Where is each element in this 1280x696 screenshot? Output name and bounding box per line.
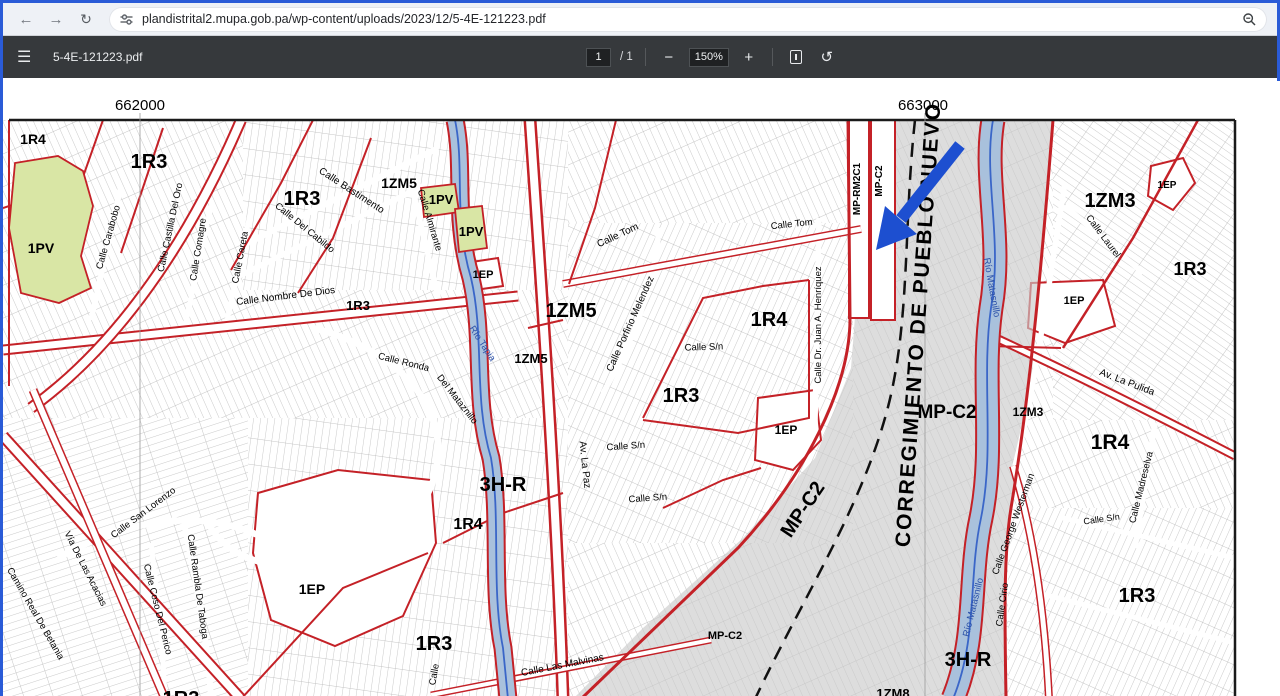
map-label: 1R4 [1091, 431, 1130, 454]
map-label: 1EP [473, 269, 494, 281]
map-label: 1R3 [1119, 585, 1156, 607]
map-label: 1R3 [663, 385, 700, 407]
map-label: 1EP [1158, 180, 1177, 191]
hamburger-icon: ☰ [17, 49, 31, 66]
page-total-label: / 1 [620, 51, 633, 63]
map-label: 1R3 [416, 633, 453, 655]
map-label: 1R4 [751, 309, 789, 331]
url-text: plandistrital2.mupa.gob.pa/wp-content/up… [142, 12, 546, 26]
reload-icon: ↻ [80, 11, 92, 28]
map-label: 1EP [775, 423, 798, 437]
zoning-map: 6620006630001R41R31R31PV1ZM51PV1PV1EP1R3… [3, 81, 1280, 696]
map-label: 1R3 [284, 188, 321, 210]
map-label: 662000 [115, 97, 165, 114]
toolbar-divider [772, 48, 773, 66]
page-number-input[interactable]: 1 [586, 48, 611, 67]
map-label: 1EP [1064, 295, 1085, 307]
map-label: 1R4 [453, 516, 482, 533]
map-label: 1ZM5 [545, 300, 596, 322]
pdf-page-canvas[interactable]: 6620006630001R41R31R31PV1ZM51PV1PV1EP1R3… [3, 81, 1277, 693]
parcel-blocks [3, 120, 1235, 696]
back-button[interactable]: ← [13, 6, 39, 32]
reload-button[interactable]: ↻ [73, 6, 99, 32]
map-label: 1ZM5 [381, 175, 417, 191]
plus-icon: + [744, 49, 753, 66]
map-label: 1R4 [20, 131, 46, 147]
minus-icon: − [664, 49, 673, 66]
pdf-controls: 1 / 1 − 150% + ↺ [586, 36, 838, 78]
map-label: MP-C2 [917, 402, 976, 423]
map-label: MP-RM2C1 [852, 162, 863, 215]
map-label: Calle S/n [684, 341, 723, 353]
site-settings-icon[interactable] [119, 12, 134, 27]
map-label: 1R3 [1173, 259, 1206, 279]
zoom-level-display[interactable]: 150% [689, 48, 729, 67]
address-bar[interactable]: plandistrital2.mupa.gob.pa/wp-content/up… [109, 7, 1267, 32]
browser-toolbar: ← → ↻ plandistrital2.mupa.gob.pa/wp-cont… [3, 3, 1277, 36]
map-label: 1PV [459, 224, 484, 239]
top-margin [3, 81, 1280, 120]
map-label: Calle Dr. Juan A. Henríquez [813, 266, 824, 383]
right-margin [1235, 81, 1280, 696]
rotate-icon: ↺ [821, 48, 834, 66]
map-label: 1PV [28, 240, 55, 256]
map-label: 1ZM5 [514, 351, 547, 366]
map-label: 1R3 [346, 298, 370, 313]
map-label: MP-C2 [708, 630, 742, 642]
map-label: 1ZM3 [1084, 190, 1135, 212]
browser-window: ← → ↻ plandistrital2.mupa.gob.pa/wp-cont… [0, 0, 1280, 696]
menu-button[interactable]: ☰ [17, 47, 45, 67]
map-label: 3H-R [945, 649, 992, 671]
map-label: 3H-R [480, 474, 527, 496]
toolbar-divider [645, 48, 646, 66]
rotate-button[interactable]: ↺ [816, 46, 838, 68]
map-label: 1R3 [131, 151, 168, 173]
map-label: 1EP [299, 581, 325, 597]
map-label: 1ZM3 [1013, 405, 1044, 419]
pdf-filename: 5-4E-121223.pdf [53, 50, 142, 64]
pdf-toolbar: ☰ 5-4E-121223.pdf 1 / 1 − 150% + ↺ [3, 36, 1277, 78]
fit-page-button[interactable] [785, 46, 807, 68]
map-label: 1R3 [163, 688, 200, 696]
forward-button[interactable]: → [43, 6, 69, 32]
zoom-magnifier-icon[interactable] [1242, 12, 1257, 27]
zoom-out-button[interactable]: − [658, 46, 680, 68]
map-label: 1ZM8 [876, 686, 909, 696]
forward-icon: → [49, 11, 64, 28]
map-label: 1PV [429, 192, 454, 207]
back-icon: ← [19, 11, 34, 28]
zoom-in-button[interactable]: + [738, 46, 760, 68]
fit-page-icon [790, 50, 802, 64]
map-label: MP-C2 [874, 165, 885, 197]
